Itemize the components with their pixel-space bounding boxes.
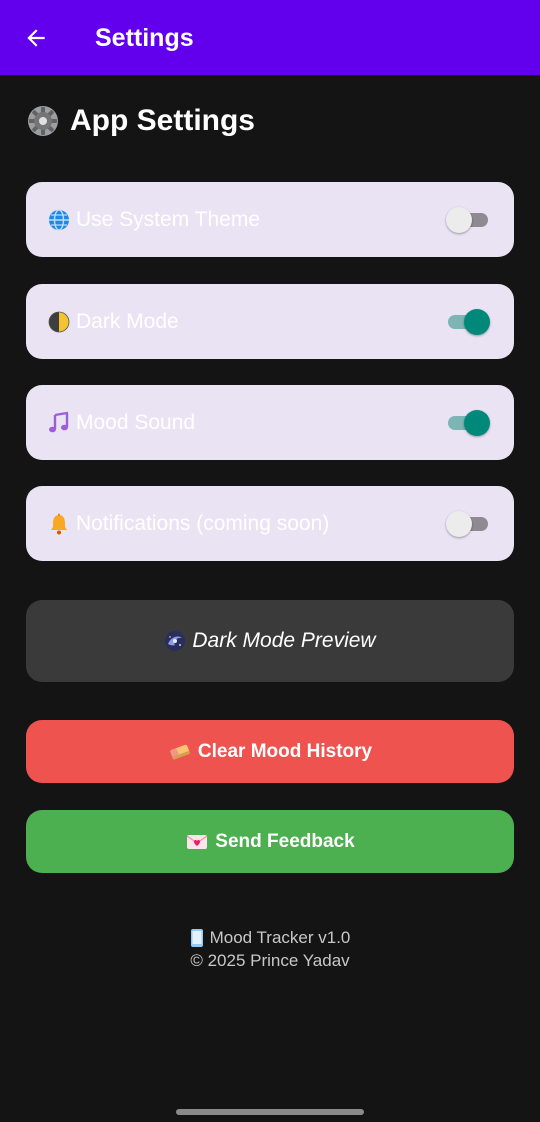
setting-mood-sound[interactable]: Mood Sound [26,385,514,460]
footer: Mood Tracker v1.0 © 2025 Prince Yadav [0,926,540,972]
dark-mode-toggle[interactable] [448,308,490,335]
arrow-left-icon [27,29,45,47]
setting-dark-mode[interactable]: Dark Mode [26,284,514,359]
copyright: © 2025 Prince Yadav [190,951,350,970]
send-feedback-button[interactable]: Send Feedback [26,810,514,873]
bell-icon [46,511,72,537]
gear-icon [26,104,60,138]
clear-mood-history-button[interactable]: Clear Mood History [26,720,514,783]
feedback-button-label: Send Feedback [215,830,355,852]
galaxy-icon [164,630,186,652]
mood-sound-toggle[interactable] [448,409,490,436]
use-system-theme-toggle[interactable] [446,206,488,233]
setting-label: Dark Mode [76,309,179,333]
section-title: App Settings [26,104,255,138]
setting-notifications[interactable]: Notifications (coming soon) [26,486,514,561]
app-bar: Settings [0,0,540,75]
dark-mode-preview: Dark Mode Preview [26,600,514,682]
app-version: Mood Tracker v1.0 [209,928,351,947]
globe-icon [46,207,72,233]
setting-label: Notifications (coming soon) [76,511,330,535]
home-indicator[interactable] [176,1109,364,1115]
toggle-thumb [446,206,472,233]
toggle-thumb [464,409,490,436]
clear-button-label: Clear Mood History [197,740,373,762]
love-letter-icon [185,832,209,852]
notifications-toggle[interactable] [446,510,488,537]
footer-version-row: Mood Tracker v1.0 [0,926,540,949]
setting-use-system-theme[interactable]: Use System Theme [26,182,514,257]
music-note-icon [46,410,72,436]
setting-label: Mood Sound [76,410,196,434]
eraser-icon [168,742,192,762]
half-moon-icon [46,309,72,335]
preview-label: Dark Mode Preview [192,629,376,652]
toggle-thumb [464,308,490,335]
toggle-thumb [446,510,472,537]
page-title: Settings [95,24,194,52]
section-title-text: App Settings [70,104,255,137]
back-button[interactable] [22,24,50,52]
setting-label: Use System Theme [76,207,261,231]
phone-icon [190,928,204,948]
